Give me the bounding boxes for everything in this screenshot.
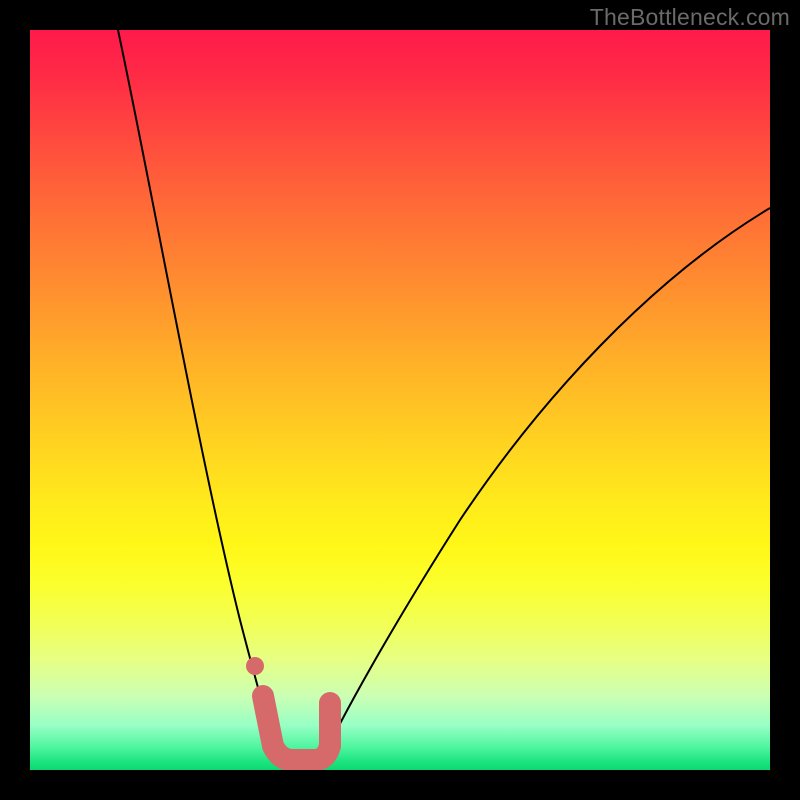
highlight-dot [246,657,264,675]
curve-layer [30,30,770,770]
chart-canvas: TheBottleneck.com [0,0,800,800]
right-curve [319,208,770,766]
plot-area [30,30,770,770]
left-curve [118,30,280,766]
highlight-u-shape [263,696,330,760]
watermark-text: TheBottleneck.com [590,4,790,31]
